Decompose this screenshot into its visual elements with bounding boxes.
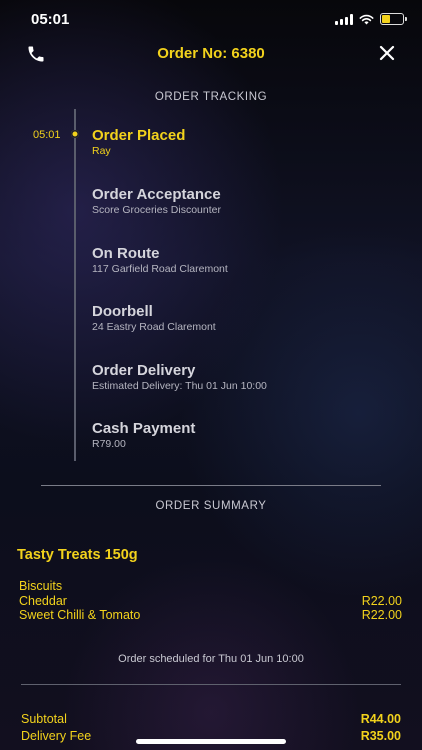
order-summary-heading: ORDER SUMMARY [155, 500, 267, 512]
totals-divider [21, 684, 401, 685]
step-subtitle: Ray [92, 145, 111, 157]
order-number-title: Order No: 6380 [157, 45, 265, 62]
timeline-line [74, 109, 76, 461]
section-divider [41, 485, 381, 486]
step-title: On Route [92, 245, 160, 262]
category-label: Biscuits [19, 579, 63, 593]
close-icon[interactable] [378, 44, 396, 62]
total-amount: R35.00 [360, 728, 401, 743]
total-label: Delivery Fee [21, 728, 92, 743]
total-amount: R44.00 [360, 712, 401, 726]
tracking-step-order-acceptance: Order Acceptance Score Groceries Discoun… [92, 186, 221, 217]
item-name: Cheddar [19, 593, 67, 608]
total-row-subtotal: Subtotal R44.00 [21, 711, 401, 728]
total-label: Subtotal [21, 712, 67, 726]
tracking-step-order-placed: Order Placed Ray [92, 127, 185, 158]
item-price: R22.00 [361, 608, 402, 622]
tracking-step-doorbell: Doorbell 24 Eastry Road Claremont [92, 303, 216, 334]
tracking-step-on-route: On Route 117 Garfield Road Claremont [92, 245, 228, 276]
status-icons [335, 13, 407, 25]
step-title: Order Delivery [92, 362, 196, 379]
step-title: Cash Payment [92, 420, 196, 437]
step-subtitle: R79.00 [92, 438, 126, 450]
schedule-note: Order scheduled for Thu 01 Jun 10:00 [118, 653, 304, 665]
timeline-current-time: 05:01 [33, 129, 61, 141]
status-time: 05:01 [31, 11, 70, 28]
step-title: Order Acceptance [92, 186, 221, 203]
step-title: Doorbell [92, 303, 153, 320]
home-indicator[interactable] [136, 739, 286, 744]
list-item: Sweet Chilli & Tomato R22.00 [19, 608, 402, 623]
step-subtitle: 24 Eastry Road Claremont [92, 321, 216, 333]
battery-icon [380, 13, 407, 25]
item-price: R22.00 [361, 593, 402, 608]
cellular-signal-icon [335, 13, 353, 25]
tracking-step-cash-payment: Cash Payment R79.00 [92, 420, 195, 451]
step-subtitle: 117 Garfield Road Claremont [92, 263, 228, 275]
wifi-icon [359, 14, 374, 24]
order-items-list: Biscuits Cheddar R22.00 Sweet Chilli & T… [19, 579, 402, 623]
timeline-current-dot [71, 130, 79, 138]
tracking-step-order-delivery: Order Delivery Estimated Delivery: Thu 0… [92, 362, 267, 393]
order-tracking-heading: ORDER TRACKING [154, 91, 268, 103]
step-subtitle: Score Groceries Discounter [92, 204, 221, 216]
list-item: Cheddar R22.00 [19, 594, 402, 609]
step-subtitle: Estimated Delivery: Thu 01 Jun 10:00 [92, 380, 267, 392]
item-category: Biscuits [19, 579, 402, 594]
item-name: Sweet Chilli & Tomato [19, 608, 141, 622]
product-title: Tasty Treats 150g [17, 547, 138, 563]
step-title: Order Placed [92, 127, 186, 144]
